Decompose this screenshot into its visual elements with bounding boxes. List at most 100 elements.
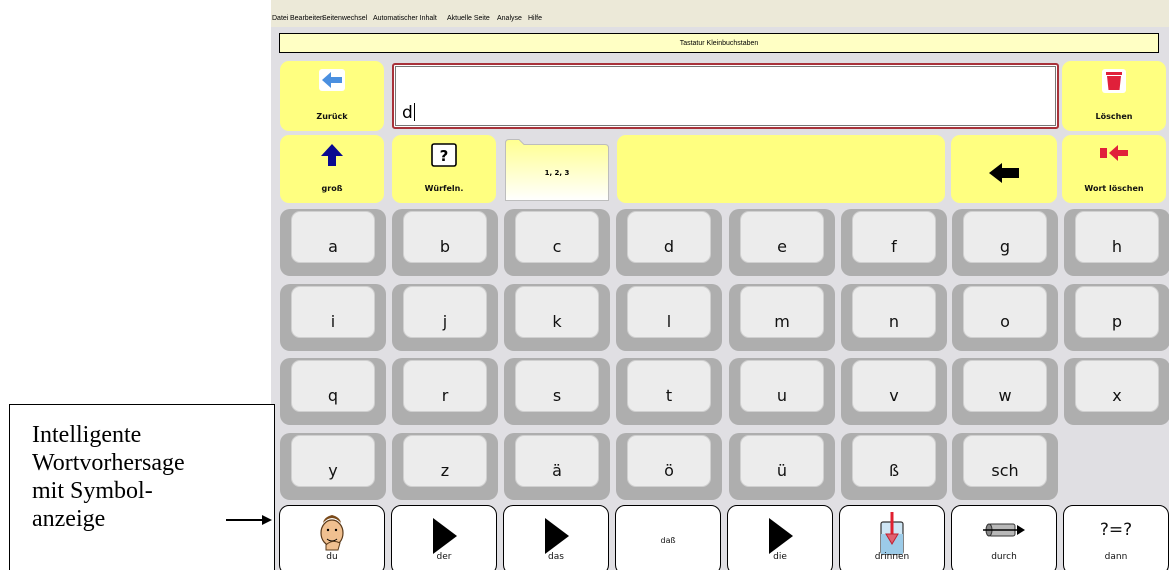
screenshot: Datei Bearbeiten Seitenwechsel Automatis… (0, 0, 1169, 570)
key-label: n (888, 312, 900, 331)
prediction-dann[interactable]: ?=? dann (1063, 505, 1169, 570)
menu-seitenwechsel[interactable]: Seitenwechsel (322, 15, 367, 22)
key-label: t (665, 386, 673, 405)
key-ä[interactable]: ä (504, 433, 610, 500)
prediction-das[interactable]: das (503, 505, 609, 570)
key-a[interactable]: a (280, 209, 386, 276)
menu-bearbeiten[interactable]: Bearbeiten (290, 15, 324, 22)
key-p[interactable]: p (1064, 284, 1169, 351)
key-o[interactable]: o (952, 284, 1058, 351)
key-sch[interactable]: sch (952, 433, 1058, 500)
key-m[interactable]: m (729, 284, 835, 351)
key-ö[interactable]: ö (616, 433, 722, 500)
key-q[interactable]: q (280, 358, 386, 425)
message-text-field[interactable]: d (392, 63, 1059, 129)
key-c[interactable]: c (504, 209, 610, 276)
back-label: Zurück (316, 112, 348, 121)
key-label: ü (776, 461, 788, 480)
play-triangle-icon (769, 518, 793, 554)
prediction-der[interactable]: der (391, 505, 497, 570)
key-r[interactable]: r (392, 358, 498, 425)
back-button[interactable]: Zurück (280, 61, 384, 131)
text-value: d (402, 103, 413, 123)
key-label: f (891, 237, 897, 256)
key-label: s (552, 386, 562, 405)
prediction-dass[interactable]: daß (615, 505, 721, 570)
shift-button[interactable]: groß (280, 135, 384, 203)
prediction-label: drinnen (874, 552, 910, 562)
key-ü[interactable]: ü (729, 433, 835, 500)
menu-automatischer-inhalt[interactable]: Automatischer Inhalt (373, 15, 437, 22)
annotation-arrow-icon (226, 515, 272, 525)
prediction-durch[interactable]: durch (951, 505, 1057, 570)
key-w[interactable]: w (952, 358, 1058, 425)
key-l[interactable]: l (616, 284, 722, 351)
prediction-label: durch (991, 552, 1017, 562)
key-label: ö (664, 461, 674, 480)
delete-word-button[interactable]: Wort löschen (1062, 135, 1166, 203)
empty-yellow-cell[interactable] (617, 135, 945, 203)
key-i[interactable]: i (280, 284, 386, 351)
key-label: p (1111, 312, 1123, 331)
key-e[interactable]: e (729, 209, 835, 276)
key-label: x (1112, 386, 1122, 405)
menu-bar: Datei Bearbeiten Seitenwechsel Automatis… (271, 0, 1169, 27)
backspace-button[interactable] (951, 135, 1057, 203)
prediction-label: dann (1104, 552, 1128, 562)
prediction-drinnen[interactable]: drinnen (839, 505, 945, 570)
key-label: g (999, 237, 1011, 256)
dice-label: Würfeln. (424, 184, 464, 193)
key-j[interactable]: j (392, 284, 498, 351)
key-x[interactable]: x (1064, 358, 1169, 425)
key-label: k (552, 312, 562, 331)
menu-aktuelle-seite[interactable]: Aktuelle Seite (447, 15, 490, 22)
arrow-up-icon (321, 144, 343, 166)
question-box-icon: ? (431, 143, 457, 167)
delete-button[interactable]: Löschen (1062, 61, 1166, 131)
key-z[interactable]: z (392, 433, 498, 500)
container-arrow-icon (880, 512, 904, 555)
key-ß[interactable]: ß (841, 433, 947, 500)
key-label: c (552, 237, 562, 256)
trash-can-icon (1102, 69, 1126, 93)
key-d[interactable]: d (616, 209, 722, 276)
key-f[interactable]: f (841, 209, 947, 276)
key-label: y (328, 461, 338, 480)
key-label: z (440, 461, 450, 480)
key-s[interactable]: s (504, 358, 610, 425)
prediction-label: du (326, 552, 338, 562)
prediction-label: der (436, 552, 452, 562)
key-k[interactable]: k (504, 284, 610, 351)
prediction-du[interactable]: du (279, 505, 385, 570)
numbers-folder-tab[interactable]: 1, 2, 3 (505, 139, 609, 201)
page-title: Tastatur Kleinbuchstaben (279, 33, 1159, 53)
key-h[interactable]: h (1064, 209, 1169, 276)
menu-analyse[interactable]: Analyse (497, 15, 522, 22)
prediction-label: die (773, 552, 787, 562)
key-label: j (442, 312, 448, 331)
key-n[interactable]: n (841, 284, 947, 351)
annotation-box: Intelligente Wortvorhersage mit Symbol- … (9, 404, 275, 570)
arrow-left-icon (319, 69, 345, 91)
prediction-die[interactable]: die (727, 505, 833, 570)
prediction-label: das (548, 552, 564, 562)
key-t[interactable]: t (616, 358, 722, 425)
key-label: ß (888, 461, 900, 480)
menu-hilfe[interactable]: Hilfe (528, 15, 542, 22)
numbers-folder-label: 1, 2, 3 (544, 169, 570, 177)
key-label: d (663, 237, 675, 256)
key-y[interactable]: y (280, 433, 386, 500)
delete-word-icon (1100, 145, 1128, 161)
dice-button[interactable]: ? Würfeln. (392, 135, 496, 203)
prediction-label: daß (660, 536, 676, 545)
arrow-left-black-icon (989, 163, 1019, 183)
key-label: a (328, 237, 338, 256)
key-u[interactable]: u (729, 358, 835, 425)
key-b[interactable]: b (392, 209, 498, 276)
pointing-person-icon (320, 515, 344, 551)
key-label: w (998, 386, 1012, 405)
key-label: v (889, 386, 899, 405)
menu-datei[interactable]: Datei (272, 15, 288, 22)
key-v[interactable]: v (841, 358, 947, 425)
key-g[interactable]: g (952, 209, 1058, 276)
